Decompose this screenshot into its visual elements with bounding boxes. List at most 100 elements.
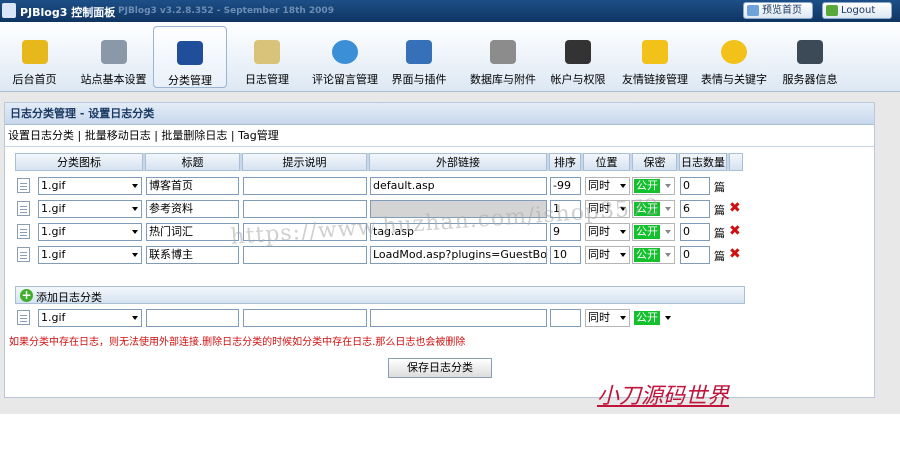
count-input[interactable]: 6 [680,200,710,218]
toolbar-item-11[interactable]: 服务器信息 [772,26,848,88]
database-icon [490,40,516,64]
category-icon-preview-icon [17,224,30,239]
control-panel-window: PJBlog3 控制面板 PJBlog3 v3.2.8.352 - Septem… [0,0,900,453]
chevron-down-icon [620,184,626,188]
count-unit: 篇 [714,204,725,217]
category-icon-preview-icon [17,247,30,262]
title-input[interactable]: 参考资料 [146,200,239,218]
toolbar-item-3[interactable]: 分类管理 [153,26,227,88]
position-select[interactable]: 同时 [585,246,630,264]
add-category-bar[interactable]: + 添加日志分类 [15,286,745,304]
toolbar-item-label: 后台首页 [12,73,57,86]
table-header: 分类图标 标题 提示说明 外部链接 排序 位置 保密 日志数量 [15,153,743,171]
toolbar-item-6[interactable]: 界面与插件 [383,26,455,88]
subnav-separator: | [74,129,85,142]
new-secret-value: 公开 [634,311,660,325]
new-desc-input[interactable] [243,309,367,327]
plus-icon: + [20,288,33,302]
subnav-tag-manage[interactable]: Tag管理 [238,129,279,142]
link-input[interactable]: LoadMod.asp?plugins=GuestBo [370,246,547,264]
icon-select[interactable]: 1.gif [38,246,142,264]
toolbar-item-5[interactable]: 评论留言管理 [305,26,385,88]
chevron-down-icon [132,207,138,211]
toolbar-item-label: 界面与插件 [391,73,447,86]
title-input[interactable]: 热门词汇 [146,223,239,241]
link-input[interactable]: default.asp [370,177,547,195]
category-panel: 日志分类管理 - 设置日志分类 设置日志分类 | 批量移动日志 | 批量删除日志… [4,102,875,398]
column-header-blank [729,153,743,171]
new-secret-select[interactable]: 公开 [632,309,675,327]
column-header-position: 位置 [583,153,630,171]
delete-icon[interactable]: ✖ [729,223,741,239]
icon-select-value: 1.gif [41,179,66,192]
secret-select[interactable]: 公开 [632,246,675,264]
new-icon-select[interactable]: 1.gif [38,309,142,327]
title-input[interactable]: 博客首页 [146,177,239,195]
new-position-select[interactable]: 同时 [585,309,630,327]
desc-input[interactable] [243,177,367,195]
count-input[interactable]: 0 [680,223,710,241]
new-link-input[interactable] [370,309,547,327]
secret-select[interactable]: 公开 [632,177,675,195]
content-area: 日志分类管理 - 设置日志分类 设置日志分类 | 批量移动日志 | 批量删除日志… [0,92,900,414]
main-toolbar: 后台首页 站点基本设置 分类管理 日志管理 评论留言管理 界面与插件 数据库与附件 帐户与权限… [0,22,900,92]
star-icon [642,40,668,64]
subnav-batch-move[interactable]: 批量移动日志 [85,129,151,142]
chevron-down-icon [620,230,626,234]
chevron-down-icon [665,184,671,188]
save-categories-button[interactable]: 保存日志分类 [388,358,492,378]
toolbar-item-7[interactable]: 数据库与附件 [460,26,546,88]
desc-input[interactable] [243,200,367,218]
subnav-batch-delete[interactable]: 批量删除日志 [161,129,227,142]
new-order-input[interactable] [550,309,581,327]
count-unit: 篇 [714,227,725,240]
chevron-down-icon [132,253,138,257]
toolbar-item-4[interactable]: 日志管理 [232,26,302,88]
subnav-separator: | [150,129,162,142]
secret-value: 公开 [634,225,660,239]
delete-icon[interactable]: ✖ [729,200,741,216]
delete-icon[interactable]: ✖ [729,246,741,262]
toolbar-item-label: 友情链接管理 [622,73,688,86]
column-header-secret: 保密 [632,153,677,171]
desc-input[interactable] [243,246,367,264]
chevron-down-icon [620,316,626,320]
order-input[interactable]: -99 [550,177,581,195]
window-icon [406,40,432,64]
warning-text: 如果分类中存在日志，则无法使用外部连接.删除日志分类的时候如分类中存在日志.那么… [9,337,466,348]
position-select[interactable]: 同时 [585,223,630,241]
title-input[interactable]: 联系博主 [146,246,239,264]
position-select[interactable]: 同时 [585,177,630,195]
toolbar-item-label: 分类管理 [168,74,212,87]
version-text: PJBlog3 v3.2.8.352 - September 18th 2009 [118,6,334,16]
toolbar-item-label: 日志管理 [245,73,289,86]
toolbar-item-2[interactable]: 站点基本设置 [76,26,151,88]
toolbar-item-8[interactable]: 帐户与权限 [545,26,611,88]
subnav-set-categories[interactable]: 设置日志分类 [8,129,74,142]
icon-select[interactable]: 1.gif [38,223,142,241]
toolbar-item-1[interactable]: 后台首页 [3,26,66,88]
category-icon-preview-icon [17,178,30,193]
chevron-down-icon [665,207,671,211]
count-input[interactable]: 0 [680,177,710,195]
icon-select[interactable]: 1.gif [38,200,142,218]
notepad-icon [254,40,280,64]
order-input[interactable]: 10 [550,246,581,264]
toolbar-item-10[interactable]: 表情与关键字 [696,26,772,88]
secret-value: 公开 [634,179,660,193]
preview-homepage-button[interactable]: 预览首页 [743,2,813,19]
chevron-down-icon [665,316,671,320]
toolbar-item-label: 评论留言管理 [312,73,378,86]
new-title-input[interactable] [146,309,239,327]
secret-select[interactable]: 公开 [632,223,675,241]
toolbar-item-9[interactable]: 友情链接管理 [614,26,696,88]
icon-select[interactable]: 1.gif [38,177,142,195]
logout-button[interactable]: Logout [822,2,892,19]
pjblog-logo-icon [2,3,16,18]
logout-label: Logout [841,5,876,16]
chevron-down-icon [132,230,138,234]
position-select-value: 同时 [588,248,610,261]
count-input[interactable]: 0 [680,246,710,264]
new-icon-value: 1.gif [41,311,66,324]
column-header-title: 标题 [145,153,240,171]
